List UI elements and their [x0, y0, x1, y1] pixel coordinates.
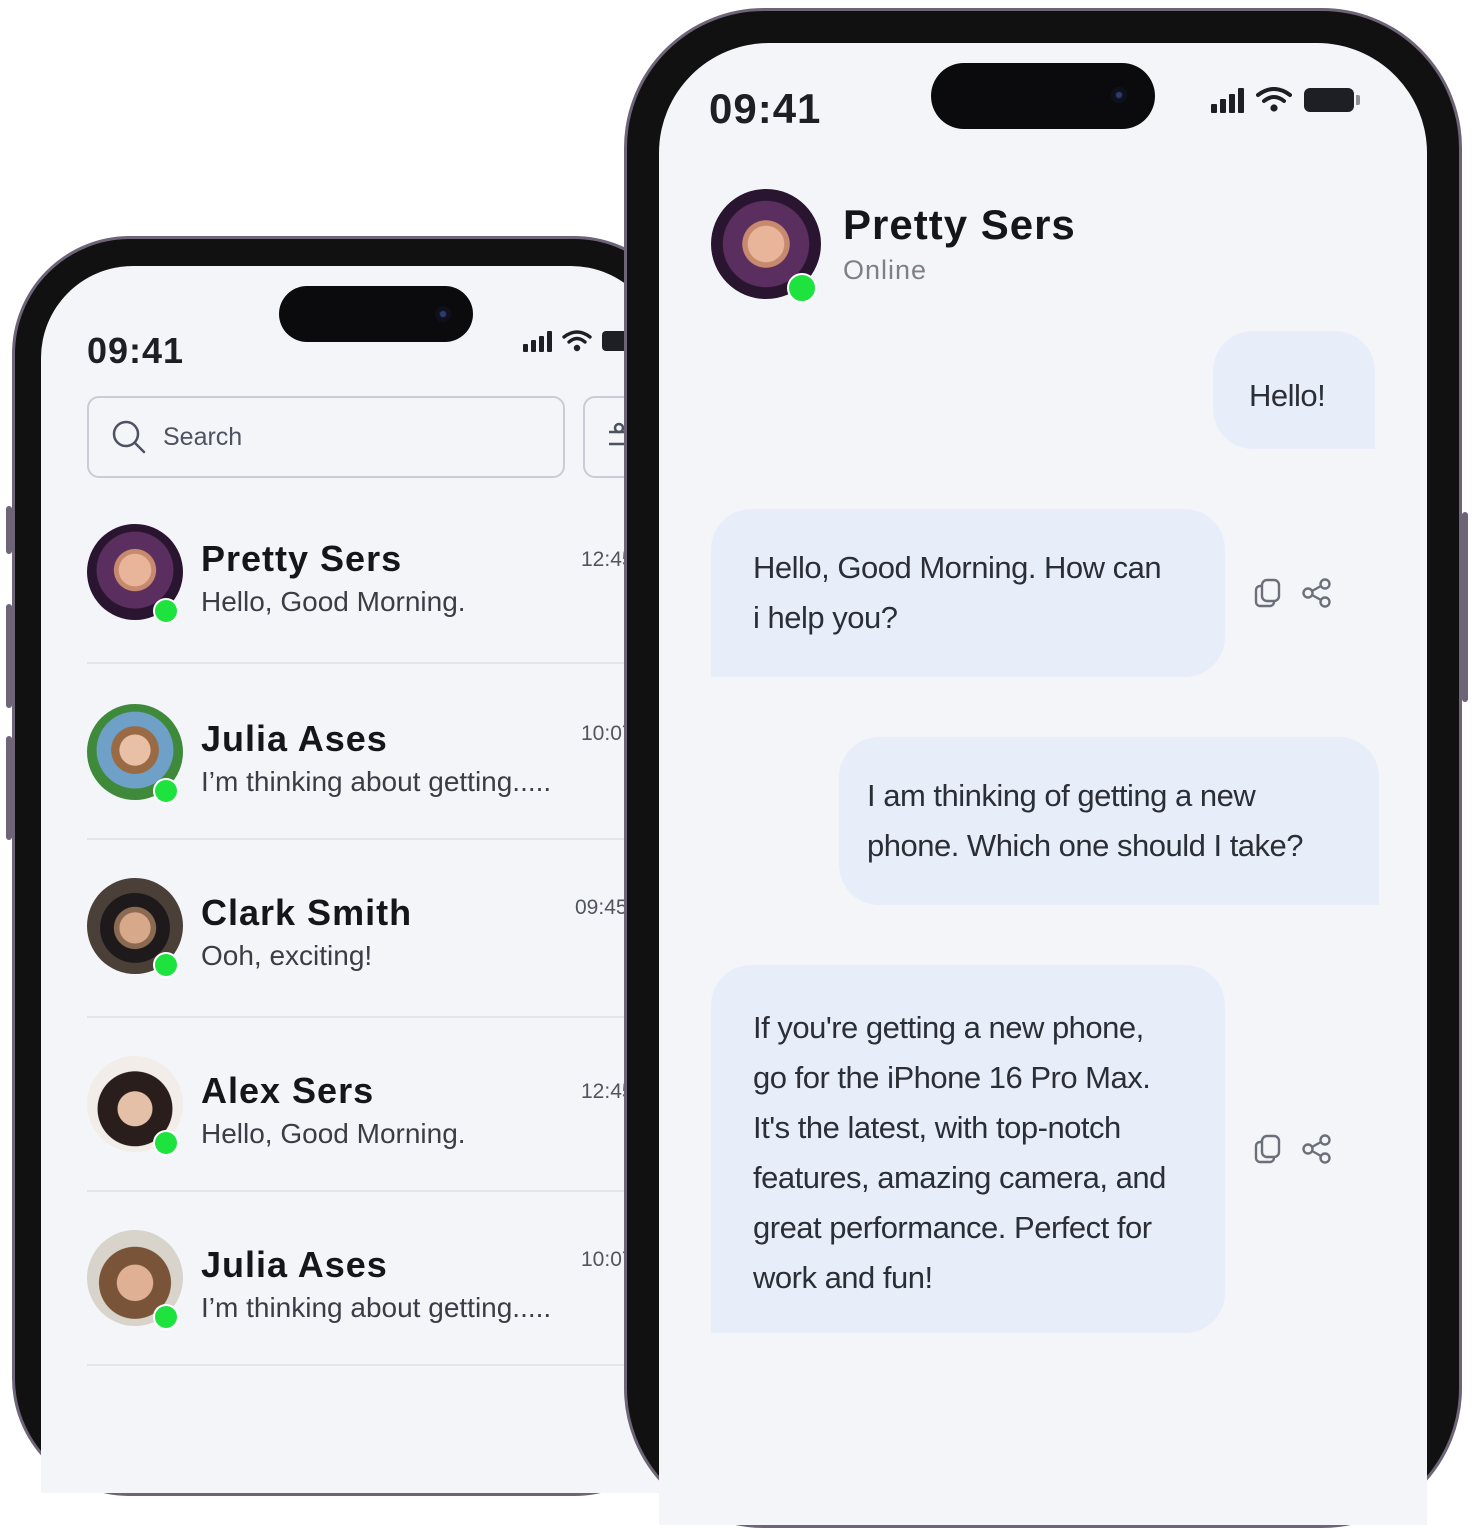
message-text: Hello! — [1249, 378, 1326, 413]
last-message: Hello, Good Morning. — [201, 586, 466, 617]
last-message: I’m thinking about getting..... — [201, 766, 552, 797]
status-icons — [1211, 87, 1360, 113]
message-text: Hello, Good Morning. How can — [753, 550, 1162, 585]
signal-icon — [523, 330, 552, 352]
outgoing-message: Hello! — [1213, 331, 1375, 449]
share-icon[interactable] — [1301, 1133, 1333, 1165]
status-time: 09:41 — [87, 330, 185, 371]
chat-list-screen: 09:41 Search Pretty Sers Hello, Good Mor… — [41, 266, 663, 1493]
contact-list-item[interactable]: Alex Sers Hello, Good Morning. 12:45 — [87, 1050, 663, 1200]
divider — [87, 662, 663, 664]
signal-icon — [1211, 87, 1244, 113]
search-icon — [112, 420, 146, 454]
contact-name: Clark Smith — [201, 892, 413, 933]
side-button — [1462, 512, 1468, 702]
message-text: work and fun! — [753, 1260, 933, 1295]
contact-list-item[interactable]: Julia Ases I’m thinking about getting...… — [87, 1224, 663, 1374]
last-message: I’m thinking about getting..... — [201, 1292, 552, 1323]
chat-list-phone: 09:41 Search Pretty Sers Hello, Good Mor… — [12, 236, 692, 1496]
share-icon[interactable] — [1301, 577, 1333, 609]
online-indicator — [153, 1304, 179, 1330]
contact-name: Pretty Sers — [201, 538, 403, 579]
message-time: 09:45 — [575, 896, 628, 919]
wifi-icon — [562, 330, 592, 352]
contact-name: Julia Ases — [201, 718, 388, 759]
message-text: It's the latest, with top-notch — [753, 1110, 1121, 1145]
contact-list-item[interactable]: Pretty Sers Hello, Good Morning. 12:45 — [87, 518, 663, 668]
divider — [87, 838, 663, 840]
dynamic-island — [931, 63, 1155, 129]
divider — [87, 1364, 663, 1366]
online-indicator — [153, 778, 179, 804]
divider — [87, 1016, 663, 1018]
side-button — [6, 604, 12, 708]
contact-name: Julia Ases — [201, 1244, 388, 1285]
status-icons — [523, 330, 628, 352]
divider — [87, 1190, 663, 1192]
online-indicator — [153, 952, 179, 978]
copy-icon[interactable] — [1253, 1133, 1283, 1165]
chat-phone: 09:41 Pretty Sers Online Hello! Hello, G… — [624, 8, 1462, 1528]
search-placeholder: Search — [163, 422, 243, 451]
contact-list-item[interactable]: Julia Ases I’m thinking about getting...… — [87, 698, 663, 848]
camera-icon — [1111, 87, 1127, 103]
wifi-icon — [1256, 87, 1292, 112]
last-message: Ooh, exciting! — [201, 940, 373, 971]
online-indicator — [153, 1130, 179, 1156]
status-time: 09:41 — [709, 85, 822, 132]
side-button — [6, 506, 12, 554]
message-text: features, amazing camera, and — [753, 1160, 1166, 1195]
message-actions — [1253, 577, 1333, 609]
online-indicator — [787, 273, 817, 303]
side-button — [6, 736, 12, 840]
dynamic-island — [279, 286, 473, 342]
copy-icon[interactable] — [1253, 577, 1283, 609]
contact-list-item[interactable]: Clark Smith Ooh, exciting! 09:45 — [87, 872, 663, 1022]
contact-name: Alex Sers — [201, 1070, 375, 1111]
battery-icon — [1304, 88, 1360, 112]
contact-name: Pretty Sers — [843, 201, 1076, 248]
message-text: go for the iPhone 16 Pro Max. — [753, 1060, 1151, 1095]
incoming-message: If you're getting a new phone, go for th… — [711, 965, 1225, 1333]
contact-status: Online — [843, 255, 928, 285]
search-input[interactable]: Search — [87, 396, 565, 478]
message-text: phone. Which one should I take? — [867, 828, 1304, 863]
message-text: great performance. Perfect for — [753, 1210, 1152, 1245]
message-text: If you're getting a new phone, — [753, 1010, 1144, 1045]
message-text: i help you? — [753, 600, 898, 635]
message-text: I am thinking of getting a new — [867, 778, 1256, 813]
camera-icon — [435, 306, 451, 322]
chat-screen: 09:41 Pretty Sers Online Hello! Hello, G… — [659, 43, 1427, 1525]
incoming-message: Hello, Good Morning. How can i help you? — [711, 509, 1225, 677]
message-actions — [1253, 1133, 1333, 1165]
last-message: Hello, Good Morning. — [201, 1118, 466, 1149]
online-indicator — [153, 598, 179, 624]
outgoing-message: I am thinking of getting a new phone. Wh… — [839, 737, 1379, 905]
